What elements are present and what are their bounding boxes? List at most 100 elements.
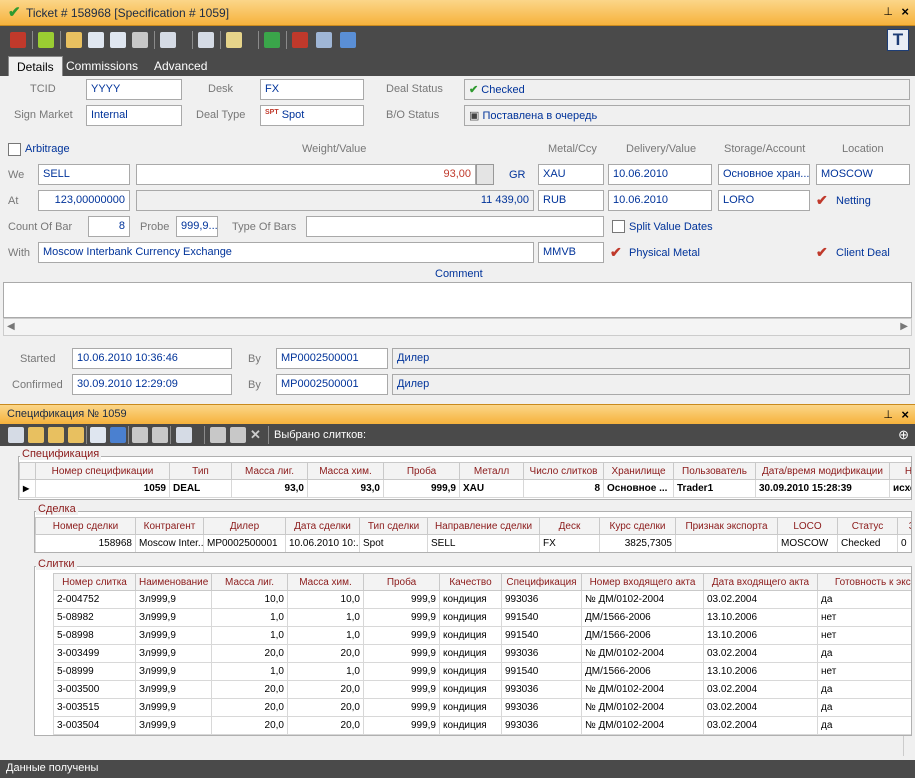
cancel-deal-icon[interactable] bbox=[292, 32, 308, 48]
spec-header[interactable]: Масса хим. bbox=[307, 462, 384, 480]
pin-icon[interactable]: ⊥ bbox=[883, 5, 893, 18]
spec-header[interactable]: Хранилище bbox=[603, 462, 674, 480]
spec-header[interactable]: Масса лиг. bbox=[231, 462, 308, 480]
we-metal-field[interactable]: XAU bbox=[538, 164, 604, 185]
bars-header[interactable]: Номер слитка bbox=[53, 573, 136, 591]
bars-header[interactable]: Масса хим. bbox=[287, 573, 364, 591]
tcid-field[interactable]: YYYY bbox=[86, 79, 182, 100]
check-deal-icon[interactable] bbox=[264, 32, 280, 48]
deal-type-field[interactable]: SPT Spot bbox=[260, 105, 364, 126]
deal-header[interactable]: Деск bbox=[539, 517, 600, 535]
spec-header[interactable]: Металл bbox=[459, 462, 524, 480]
tab-commissions[interactable]: Commissions bbox=[58, 56, 146, 76]
table-row[interactable]: 3-003499 Зл999,9 20,0 20,0 999,9 кондиция 9930… bbox=[53, 644, 911, 663]
print-icon[interactable] bbox=[160, 32, 176, 48]
mail-icon[interactable] bbox=[210, 427, 226, 443]
at-account-field[interactable]: LORO bbox=[718, 190, 810, 211]
netting-check-icon[interactable]: ✔ bbox=[816, 192, 828, 209]
we-weight-field[interactable]: 93,00 bbox=[136, 164, 476, 185]
open-folder-icon[interactable] bbox=[66, 32, 82, 48]
bars-header[interactable]: Номер входящего акта bbox=[581, 573, 704, 591]
close-icon[interactable]: × bbox=[901, 4, 909, 19]
table-row[interactable]: ▶ 1059 DEAL 93,0 93,0 999,9 XAU 8 Основное ... Tr… bbox=[19, 479, 911, 498]
bars-header[interactable]: Спецификация bbox=[501, 573, 582, 591]
table-row[interactable]: 5-08998 Зл999,9 1,0 1,0 999,9 кондиция 991540 Д… bbox=[53, 626, 911, 645]
split-value-dates-checkbox[interactable] bbox=[612, 220, 625, 233]
spec-header[interactable]: Дата/время модификации bbox=[755, 462, 890, 480]
deal-header[interactable]: Дилер bbox=[203, 517, 286, 535]
table-row[interactable]: 3-003504 Зл999,9 20,0 20,0 999,9 кондиция 9930… bbox=[53, 716, 911, 735]
spec-header[interactable]: Напра bbox=[889, 462, 911, 480]
bars-header[interactable]: Наименование bbox=[135, 573, 212, 591]
comment-textarea[interactable] bbox=[3, 282, 912, 318]
probe-field[interactable]: 999,9... bbox=[176, 216, 218, 237]
close-icon[interactable]: × bbox=[901, 407, 909, 422]
deal-header[interactable]: Дата сделки bbox=[285, 517, 360, 535]
vertical-scrollbar[interactable] bbox=[903, 736, 913, 756]
edit-icon[interactable] bbox=[226, 32, 242, 48]
desk-field[interactable]: FX bbox=[260, 79, 364, 100]
table-row[interactable]: 2-004752 Зл999,9 10,0 10,0 999,9 кондиция 9930… bbox=[53, 590, 911, 609]
spec-header[interactable]: Проба bbox=[383, 462, 460, 480]
tab-details[interactable]: Details bbox=[8, 56, 63, 76]
at-field[interactable]: 123,00000000 bbox=[38, 190, 130, 211]
deal-header[interactable]: Номер сделки bbox=[35, 517, 136, 535]
physical-metal-check-icon[interactable]: ✔ bbox=[610, 244, 622, 261]
spec-header[interactable]: Число слитков bbox=[523, 462, 604, 480]
table-row[interactable]: 5-08999 Зл999,9 1,0 1,0 999,9 кондиция 991540 Д… bbox=[53, 662, 911, 681]
arbitrage-checkbox[interactable] bbox=[8, 143, 21, 156]
we-field[interactable]: SELL bbox=[38, 164, 130, 185]
table-row[interactable]: 3-003515 Зл999,9 20,0 20,0 999,9 кондиция 9930… bbox=[53, 698, 911, 717]
client-deal-check-icon[interactable]: ✔ bbox=[816, 244, 828, 261]
weight-picker-button[interactable] bbox=[476, 164, 494, 185]
table-row[interactable]: 5-08982 Зл999,9 1,0 1,0 999,9 кондиция 991540 Д… bbox=[53, 608, 911, 627]
deal-header[interactable]: Признак экспорта bbox=[675, 517, 778, 535]
paste-icon[interactable] bbox=[152, 427, 168, 443]
filter-icon[interactable] bbox=[110, 427, 126, 443]
tools-icon[interactable] bbox=[132, 32, 148, 48]
with-code-field[interactable]: MMVB bbox=[538, 242, 604, 263]
deal-header[interactable]: Статус bbox=[837, 517, 898, 535]
bars-header[interactable]: Проба bbox=[363, 573, 440, 591]
scroll-left-icon[interactable]: ◀ bbox=[7, 321, 15, 332]
comment-horizontal-scrollbar[interactable]: ◀ ▶ bbox=[3, 318, 912, 336]
bars-header[interactable]: Готовность к эксп bbox=[817, 573, 911, 591]
deal-icon[interactable] bbox=[10, 32, 26, 48]
bars-header[interactable]: Масса лиг. bbox=[211, 573, 288, 591]
document-icon[interactable] bbox=[88, 32, 104, 48]
spec-header[interactable]: Пользователь bbox=[673, 462, 756, 480]
report-icon[interactable] bbox=[90, 427, 106, 443]
we-storage-field[interactable]: Основное хран... bbox=[718, 164, 810, 185]
window-icon[interactable] bbox=[230, 427, 246, 443]
type-of-bars-field[interactable] bbox=[306, 216, 604, 237]
table-row[interactable]: 3-003500 Зл999,9 20,0 20,0 999,9 кондиция 9930… bbox=[53, 680, 911, 699]
zoom-icon[interactable]: ⊕ bbox=[898, 427, 909, 443]
at-delivery-field[interactable]: 10.06.2010 bbox=[608, 190, 712, 211]
at-ccy-field[interactable]: RUB bbox=[538, 190, 604, 211]
folder-icon[interactable] bbox=[48, 427, 64, 443]
spec-header[interactable]: Номер спецификации bbox=[35, 462, 170, 480]
spec-header[interactable]: Тип bbox=[169, 462, 232, 480]
copy-icon[interactable] bbox=[110, 32, 126, 48]
refresh-icon[interactable] bbox=[38, 32, 54, 48]
deal-header[interactable]: Тип сделки bbox=[359, 517, 428, 535]
table-row[interactable]: 158968 Moscow Inter... MP0002500001 10.06.2… bbox=[35, 534, 911, 552]
pin-icon[interactable]: ⊥ bbox=[883, 408, 893, 421]
sign-market-field[interactable]: Internal bbox=[86, 105, 182, 126]
bank-icon[interactable] bbox=[198, 32, 214, 48]
we-delivery-field[interactable]: 10.06.2010 bbox=[608, 164, 712, 185]
copy-icon[interactable] bbox=[132, 427, 148, 443]
tree-icon[interactable] bbox=[316, 32, 332, 48]
with-field[interactable]: Moscow Interbank Currency Exchange bbox=[38, 242, 534, 263]
count-of-bar-field[interactable]: 8 bbox=[88, 216, 130, 237]
save-folder-icon[interactable] bbox=[68, 427, 84, 443]
print-icon[interactable] bbox=[8, 427, 24, 443]
we-location-field[interactable]: MOSCOW bbox=[816, 164, 910, 185]
bars-header[interactable]: Дата входящего акта bbox=[703, 573, 818, 591]
deal-header[interactable]: Курс сделки bbox=[599, 517, 676, 535]
open-icon[interactable] bbox=[28, 427, 44, 443]
delete-icon[interactable]: ✕ bbox=[250, 427, 261, 443]
deal-header[interactable]: Контрагент bbox=[135, 517, 204, 535]
printer-icon[interactable] bbox=[176, 427, 192, 443]
arrows-icon[interactable] bbox=[340, 32, 356, 48]
